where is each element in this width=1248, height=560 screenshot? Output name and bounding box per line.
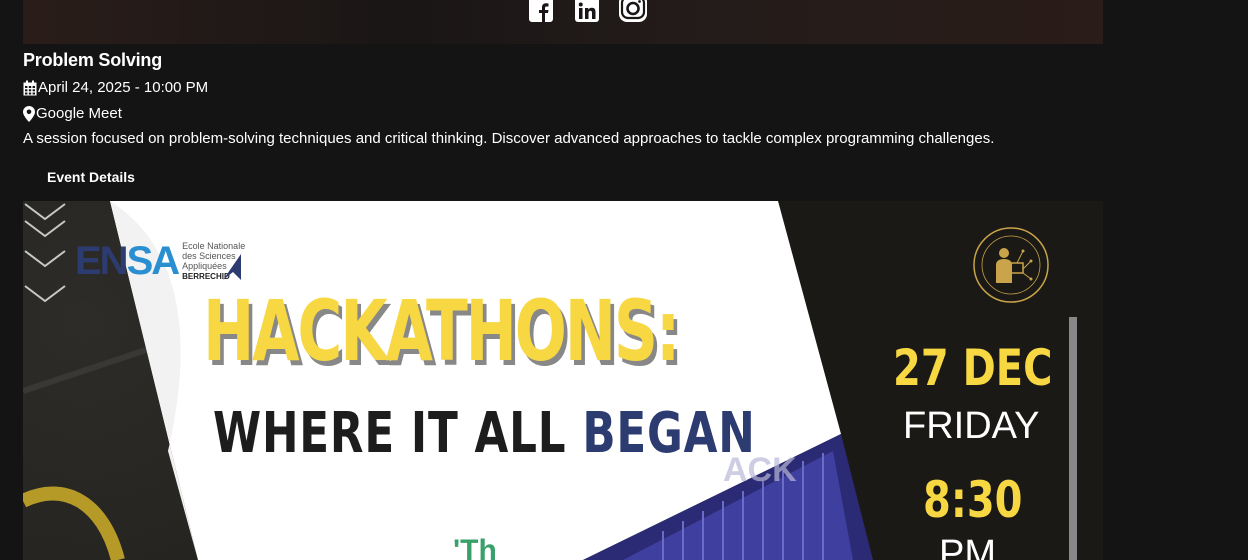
ensa-logo: ENSA Ecole Nationale des Sciences Appliq… — [75, 239, 246, 284]
facebook-link[interactable] — [526, 0, 556, 24]
event-date-text: April 24, 2025 - 10:00 PM — [38, 79, 209, 96]
poster-day: FRIDAY — [903, 405, 1040, 447]
poster-ampm: PM — [939, 533, 996, 560]
poster-date: 27 DEC — [893, 339, 1053, 397]
event-poster: ACK 'Th ENSA Ecole Nationale des Science… — [23, 201, 1103, 560]
logo-en: EN — [75, 239, 129, 283]
instagram-link[interactable] — [618, 0, 648, 24]
event-location: Google Meet — [23, 105, 122, 122]
event-location-text: Google Meet — [36, 105, 122, 122]
logo-line1: Ecole Nationale — [182, 241, 246, 251]
linkedin-link[interactable] — [572, 0, 602, 24]
club-logo — [973, 227, 1049, 303]
event-description: A session focused on problem-solving tec… — [23, 130, 995, 147]
social-links — [526, 0, 648, 24]
logo-sa: SA — [126, 239, 181, 283]
facebook-icon — [529, 0, 553, 23]
poster-headline: HACKATHONS: — [203, 282, 680, 380]
chevron-decoration — [24, 203, 66, 303]
top-banner — [23, 0, 1103, 44]
poster-divider — [1069, 317, 1077, 560]
instagram-icon — [619, 0, 647, 22]
svg-text:'Th: 'Th — [453, 534, 497, 560]
calendar-icon — [23, 80, 37, 95]
event-title: Problem Solving — [23, 50, 163, 70]
map-pin-icon — [23, 105, 35, 122]
poster-time: 8:30 — [923, 471, 1023, 529]
poster-subline: WHERE IT ALL BEGAN — [213, 406, 756, 462]
subline-began: BEGAN — [582, 401, 756, 466]
ensa-arrow-icon — [223, 253, 242, 280]
linkedin-icon — [575, 0, 599, 22]
event-date: April 24, 2025 - 10:00 PM — [23, 79, 208, 96]
event-details-button[interactable]: Event Details — [47, 169, 135, 185]
subline-part1: WHERE IT ALL — [213, 401, 583, 466]
